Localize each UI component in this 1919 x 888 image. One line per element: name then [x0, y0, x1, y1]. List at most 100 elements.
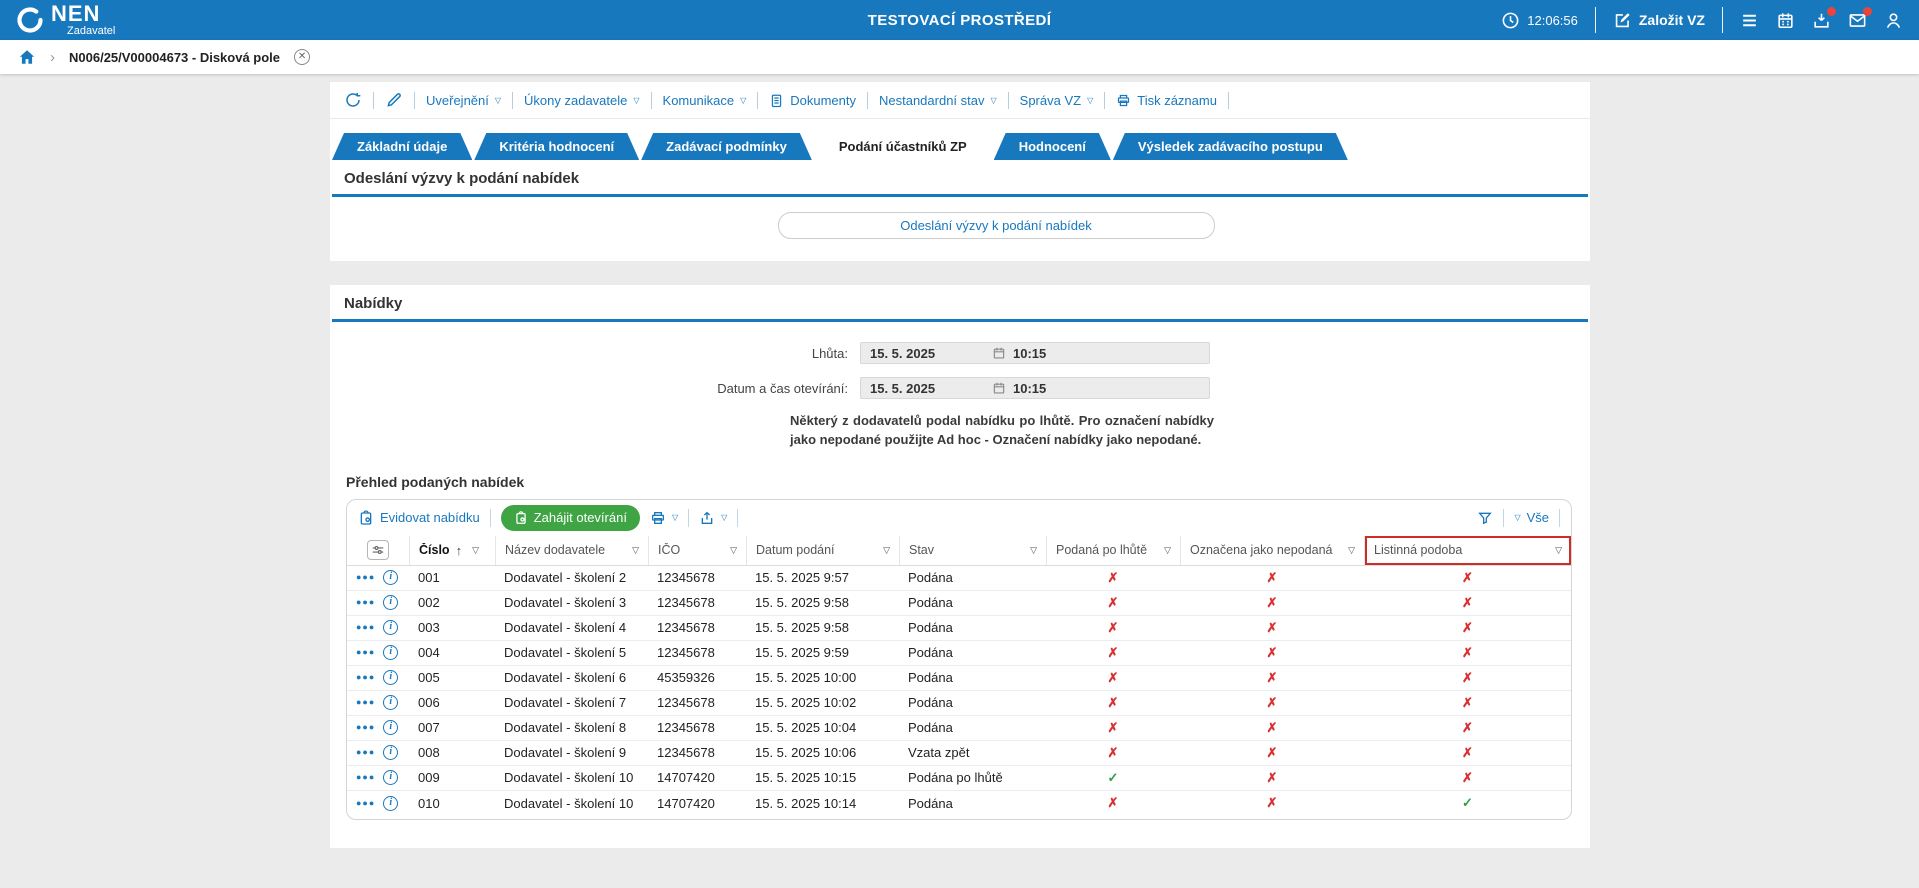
column-header-cislo[interactable]: Číslo ↑ ▽: [409, 536, 495, 565]
info-icon[interactable]: i: [383, 745, 398, 760]
print-table-button[interactable]: ▽: [650, 510, 678, 526]
table-row[interactable]: ●●● i 005 Dodavatel - školení 6 45359326…: [347, 666, 1571, 691]
tab-kriteria-hodnoceni[interactable]: Kritéria hodnocení: [474, 133, 639, 160]
column-filter-icon[interactable]: ▽: [1164, 545, 1171, 556]
table-row[interactable]: ●●● i 003 Dodavatel - školení 4 12345678…: [347, 616, 1571, 641]
menu-tisk-zaznamu[interactable]: Tisk záznamu: [1116, 93, 1217, 108]
cell-ico: 14707420: [648, 796, 746, 811]
column-settings-button[interactable]: [347, 536, 409, 565]
deadline-datetime-field[interactable]: 15. 5. 2025 10:15: [860, 342, 1210, 364]
cell-nazev-dodavatele: Dodavatel - školení 6: [495, 670, 648, 685]
row-actions-icon[interactable]: ●●●: [356, 648, 375, 657]
info-icon[interactable]: i: [383, 595, 398, 610]
filter-all-select[interactable]: ▽Vše: [1514, 510, 1549, 525]
filter-button[interactable]: [1477, 510, 1493, 526]
row-actions-icon[interactable]: ●●●: [356, 623, 375, 632]
table-row[interactable]: ●●● i 004 Dodavatel - školení 5 12345678…: [347, 641, 1571, 666]
cell-stav: Podána: [899, 796, 1046, 811]
mail-icon[interactable]: [1848, 11, 1867, 30]
cell-cislo: 007: [409, 720, 495, 735]
tab-zadavaci-podminky[interactable]: Zadávací podmínky: [641, 133, 812, 160]
cell-cislo: 005: [409, 670, 495, 685]
table-row[interactable]: ●●● i 002 Dodavatel - školení 3 12345678…: [347, 591, 1571, 616]
column-filter-icon[interactable]: ▽: [632, 545, 639, 556]
column-filter-icon[interactable]: ▽: [1030, 545, 1037, 556]
column-header-ico[interactable]: IČO▽: [648, 536, 746, 565]
info-icon[interactable]: i: [383, 620, 398, 635]
user-icon[interactable]: [1884, 11, 1903, 30]
info-icon[interactable]: i: [383, 670, 398, 685]
menu-ukony-zadavatele[interactable]: Úkony zadavatele▽: [524, 93, 640, 108]
menu-nestandardni-stav[interactable]: Nestandardní stav▽: [879, 93, 997, 108]
refresh-icon[interactable]: [344, 91, 362, 109]
column-filter-icon[interactable]: ▽: [472, 545, 479, 556]
menu-icon[interactable]: [1740, 11, 1759, 30]
breadcrumb-current[interactable]: N006/25/V00004673 - Disková pole: [69, 50, 280, 65]
row-actions-icon[interactable]: ●●●: [356, 773, 375, 782]
cell-datum-podani: 15. 5. 2025 10:04: [746, 720, 899, 735]
close-tab-icon[interactable]: ✕: [294, 49, 310, 65]
table-row[interactable]: ●●● i 009 Dodavatel - školení 10 1470742…: [347, 766, 1571, 791]
cell-oznacena-jako-nepodana: ✗: [1180, 720, 1364, 736]
info-icon[interactable]: i: [383, 720, 398, 735]
dropdown-caret-icon: ▽: [495, 96, 501, 105]
menu-uverejneni[interactable]: Uveřejnění▽: [426, 93, 501, 108]
menu-komunikace[interactable]: Komunikace▽: [663, 93, 747, 108]
evidovat-nabidku-button[interactable]: Evidovat nabídku: [358, 510, 480, 526]
table-row[interactable]: ●●● i 007 Dodavatel - školení 8 12345678…: [347, 716, 1571, 741]
column-header-listinna-podoba[interactable]: Listinná podoba▽: [1364, 536, 1571, 565]
row-actions-icon[interactable]: ●●●: [356, 799, 375, 808]
tab-podani-ucastniku-zp[interactable]: Podání účastníků ZP: [814, 133, 992, 160]
column-filter-icon[interactable]: ▽: [730, 545, 737, 556]
info-icon[interactable]: i: [383, 796, 398, 811]
column-header-podana-po-lhute[interactable]: Podaná po lhůtě▽: [1046, 536, 1180, 565]
column-filter-icon[interactable]: ▽: [1348, 545, 1355, 556]
section-gap: [330, 261, 1590, 285]
row-actions-icon[interactable]: ●●●: [356, 598, 375, 607]
row-actions-icon[interactable]: ●●●: [356, 698, 375, 707]
info-icon[interactable]: i: [383, 770, 398, 785]
nen-logo[interactable]: NEN Zadavatel: [16, 3, 115, 37]
cell-listinna-podoba: ✗: [1364, 770, 1571, 786]
column-header-nazev-dodavatele[interactable]: Název dodavatele▽: [495, 536, 648, 565]
cell-listinna-podoba: ✗: [1364, 745, 1571, 761]
actionbar-divider: [1008, 92, 1009, 109]
tab-zakladni-udaje[interactable]: Základní údaje: [332, 133, 472, 160]
opening-datetime-field[interactable]: 15. 5. 2025 10:15: [860, 377, 1210, 399]
table-row[interactable]: ●●● i 001 Dodavatel - školení 2 12345678…: [347, 566, 1571, 591]
zahajit-otevirani-button[interactable]: Zahájit otevírání: [501, 505, 640, 531]
cell-datum-podani: 15. 5. 2025 9:59: [746, 645, 899, 660]
menu-sprava-vz[interactable]: Správa VZ▽: [1020, 93, 1094, 108]
cell-listinna-podoba: ✗: [1364, 720, 1571, 736]
tab-hodnoceni[interactable]: Hodnocení: [994, 133, 1111, 160]
cell-ico: 12345678: [648, 645, 746, 660]
cell-stav: Podána: [899, 620, 1046, 635]
create-vz-button[interactable]: Založit VZ: [1613, 11, 1705, 30]
column-header-oznacena-jako-nepodana[interactable]: Označena jako nepodaná▽: [1180, 536, 1364, 565]
row-actions-icon[interactable]: ●●●: [356, 573, 375, 582]
table-row[interactable]: ●●● i 010 Dodavatel - školení 10 1470742…: [347, 791, 1571, 816]
export-button[interactable]: ▽: [699, 510, 727, 526]
row-actions-icon[interactable]: ●●●: [356, 673, 375, 682]
table-row[interactable]: ●●● i 006 Dodavatel - školení 7 12345678…: [347, 691, 1571, 716]
downloads-icon[interactable]: [1812, 11, 1831, 30]
row-actions-icon[interactable]: ●●●: [356, 723, 375, 732]
table-row[interactable]: ●●● i 008 Dodavatel - školení 9 12345678…: [347, 741, 1571, 766]
send-invite-button[interactable]: Odeslání výzvy k podání nabídek: [778, 212, 1215, 239]
home-icon[interactable]: [18, 48, 36, 66]
calendar-icon[interactable]: [1776, 11, 1795, 30]
menu-dokumenty[interactable]: Dokumenty: [769, 93, 856, 108]
row-actions-icon[interactable]: ●●●: [356, 748, 375, 757]
column-header-datum-podani[interactable]: Datum podání▽: [746, 536, 899, 565]
column-filter-icon[interactable]: ▽: [883, 545, 890, 556]
cell-cislo: 003: [409, 620, 495, 635]
info-icon[interactable]: i: [383, 570, 398, 585]
info-icon[interactable]: i: [383, 695, 398, 710]
info-icon[interactable]: i: [383, 645, 398, 660]
column-header-stav[interactable]: Stav▽: [899, 536, 1046, 565]
tab-vysledek-zadavaciho-postupu[interactable]: Výsledek zadávacího postupu: [1113, 133, 1348, 160]
cell-ico: 12345678: [648, 570, 746, 585]
edit-pencil-icon[interactable]: [385, 91, 403, 109]
column-filter-icon[interactable]: ▽: [1555, 545, 1562, 556]
invite-section: Odeslání výzvy k podání nabídek Odeslání…: [330, 160, 1590, 261]
